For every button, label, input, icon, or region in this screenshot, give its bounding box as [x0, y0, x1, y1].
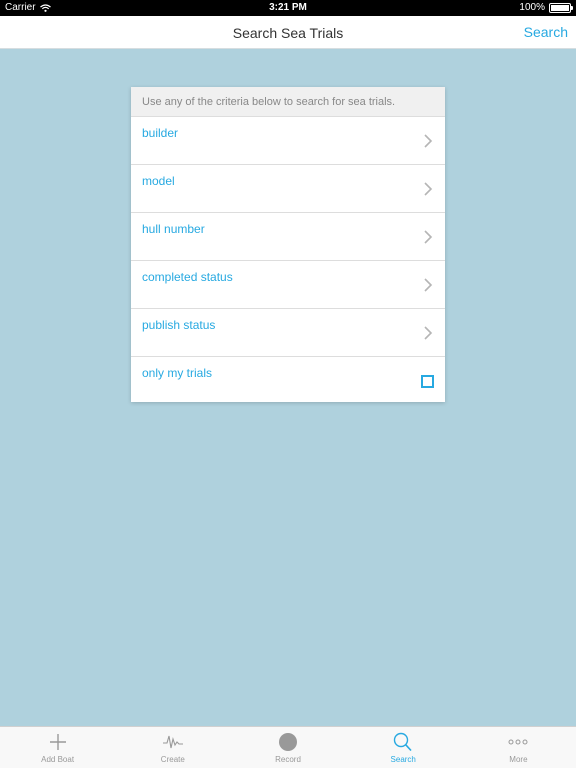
- chevron-right-icon: [424, 134, 433, 148]
- battery-percent: 100%: [519, 2, 545, 13]
- criteria-row-builder[interactable]: builder: [131, 117, 445, 165]
- plus-icon: [49, 734, 66, 750]
- tab-label: Add Boat: [41, 755, 75, 764]
- battery-info: 100%: [519, 2, 573, 13]
- criteria-label: completed status: [142, 270, 233, 284]
- record-icon: [279, 733, 297, 751]
- search-icon: [394, 732, 412, 752]
- tab-more[interactable]: More: [461, 727, 576, 768]
- page-title: Search Sea Trials: [232, 25, 344, 41]
- chevron-right-icon: [424, 182, 433, 196]
- tab-add-boat[interactable]: Add Boat: [0, 727, 115, 768]
- tab-label: More: [509, 755, 528, 764]
- battery-icon: [549, 2, 573, 13]
- criteria-label: builder: [142, 126, 179, 140]
- instructions-text: Use any of the criteria below to search …: [131, 87, 445, 117]
- criteria-row-only-my-trials[interactable]: only my trials: [131, 357, 445, 402]
- criteria-label: model: [142, 174, 175, 188]
- chevron-right-icon: [424, 278, 433, 292]
- tab-label: Search: [390, 755, 416, 764]
- navigation-bar: Search Sea Trials Search: [0, 16, 576, 49]
- only-my-trials-checkbox[interactable]: [421, 375, 434, 388]
- criteria-label: publish status: [142, 318, 216, 332]
- more-icon: [508, 739, 528, 745]
- criteria-row-publish-status[interactable]: publish status: [131, 309, 445, 357]
- clock: 3:21 PM: [269, 2, 307, 13]
- search-button[interactable]: Search: [524, 24, 568, 40]
- chevron-right-icon: [424, 326, 433, 340]
- tab-record[interactable]: Record: [230, 727, 345, 768]
- tab-create[interactable]: Create: [115, 727, 230, 768]
- tab-bar: Add Boat Create Record Search More: [0, 726, 576, 768]
- criteria-row-completed-status[interactable]: completed status: [131, 261, 445, 309]
- chevron-right-icon: [424, 230, 433, 244]
- search-criteria-panel: Use any of the criteria below to search …: [131, 87, 445, 402]
- waveform-icon: [162, 735, 183, 749]
- criteria-row-hull-number[interactable]: hull number: [131, 213, 445, 261]
- status-bar: Carrier 3:21 PM 100%: [0, 0, 576, 16]
- tab-label: Create: [160, 755, 185, 764]
- criteria-row-model[interactable]: model: [131, 165, 445, 213]
- criteria-label: only my trials: [142, 366, 213, 380]
- tab-search[interactable]: Search: [346, 727, 461, 768]
- battery-fill: [551, 4, 569, 11]
- criteria-label: hull number: [142, 222, 205, 236]
- tab-label: Record: [275, 755, 301, 764]
